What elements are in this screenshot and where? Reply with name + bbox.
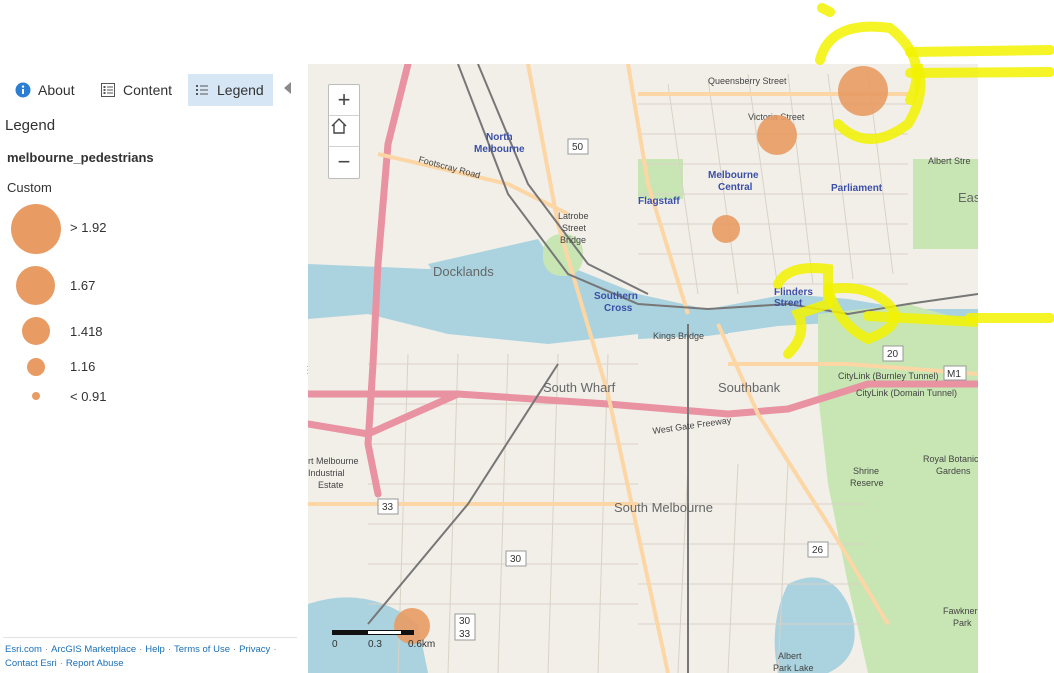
pedestrian-point bbox=[757, 115, 797, 155]
footer-link-privacy[interactable]: Privacy bbox=[239, 644, 270, 655]
footer-link-marketplace[interactable]: ArcGIS Marketplace bbox=[51, 644, 136, 655]
legend-heading: Legend bbox=[5, 117, 56, 134]
svg-text:26: 26 bbox=[812, 545, 824, 556]
highlight-stroke bbox=[905, 45, 1054, 57]
label-melbourne-central: Melbourne bbox=[708, 170, 759, 181]
legend-subtitle: Custom bbox=[7, 180, 52, 195]
legend-item: < 0.91 bbox=[0, 389, 280, 404]
footer-links-line2: Contact Esri · Report Abuse bbox=[5, 658, 124, 669]
home-icon bbox=[331, 118, 347, 134]
label-royal-botanic: Royal Botanic bbox=[923, 454, 978, 464]
label-shrine: Shrine bbox=[853, 466, 879, 476]
label-gardens: Gardens bbox=[936, 466, 971, 476]
label-southern-cross: Southern bbox=[594, 291, 638, 302]
label-park: Park bbox=[953, 618, 972, 628]
label-bridge: Bridge bbox=[560, 235, 586, 245]
legend-symbol-circle bbox=[27, 358, 45, 376]
svg-text:M1: M1 bbox=[947, 369, 961, 380]
scale-segment bbox=[367, 630, 402, 635]
label-queensberry-street: Queensberry Street bbox=[708, 76, 787, 86]
zoom-out-button[interactable]: − bbox=[329, 147, 359, 177]
tab-content[interactable]: Content bbox=[99, 74, 185, 106]
legend-symbol-circle bbox=[32, 392, 40, 400]
tab-about[interactable]: About bbox=[14, 74, 94, 106]
label-citylink-burnley: CityLink (Burnley Tunnel) bbox=[838, 371, 939, 381]
label-industrial: Industrial bbox=[308, 468, 345, 478]
scale-label: 0.6km bbox=[408, 639, 436, 650]
collapse-panel-arrow-icon[interactable] bbox=[284, 82, 291, 94]
label-southbank: Southbank bbox=[718, 380, 781, 395]
legend-symbol-circle bbox=[11, 204, 61, 254]
label-albert-park-lake: Albert bbox=[778, 651, 802, 661]
svg-text:33: 33 bbox=[382, 502, 394, 513]
label-melbourne-central-2: Central bbox=[718, 182, 753, 193]
label-flinders-street-2: Street bbox=[774, 298, 803, 309]
scale-bar: 0 0.3 0.6km bbox=[332, 627, 442, 651]
label-fawkner: Fawkner bbox=[943, 606, 978, 616]
highlight-stroke bbox=[905, 67, 1054, 78]
legend-item-label: > 1.92 bbox=[70, 220, 107, 235]
pedestrian-point bbox=[712, 215, 740, 243]
scale-label: 0 bbox=[332, 639, 338, 650]
label-citylink-domain: CityLink (Domain Tunnel) bbox=[856, 388, 957, 398]
label-south-wharf: South Wharf bbox=[543, 380, 616, 395]
legend-symbol-circle bbox=[16, 266, 55, 305]
label-west-gate-freeway: West Gate Freeway bbox=[652, 415, 732, 436]
legend-item-label: 1.16 bbox=[70, 359, 96, 374]
zoom-in-button[interactable]: + bbox=[329, 85, 359, 116]
legend-item: 1.16 bbox=[0, 358, 280, 376]
legend-symbol-circle bbox=[22, 317, 50, 345]
legend-list-icon bbox=[193, 81, 211, 99]
svg-text:20: 20 bbox=[887, 349, 899, 360]
svg-text:33: 33 bbox=[459, 629, 471, 640]
label-southern-cross-2: Cross bbox=[604, 303, 633, 314]
label-port-melbourne: rt Melbourne bbox=[308, 456, 359, 466]
svg-text:50: 50 bbox=[572, 142, 584, 153]
label-estate: Estate bbox=[318, 480, 344, 490]
footer-link-contact[interactable]: Contact Esri bbox=[5, 658, 57, 669]
svg-text:30: 30 bbox=[459, 616, 471, 627]
label-north-melbourne: North bbox=[486, 132, 513, 143]
footer-link-terms[interactable]: Terms of Use bbox=[174, 644, 230, 655]
tab-legend-label: Legend bbox=[217, 82, 264, 98]
label-docklands: Docklands bbox=[433, 264, 494, 279]
legend-item-label: 1.67 bbox=[70, 278, 96, 293]
svg-text:30: 30 bbox=[510, 554, 522, 565]
content-list-icon bbox=[99, 81, 117, 99]
legend-item-label: 1.418 bbox=[70, 324, 103, 339]
label-street: Street bbox=[562, 223, 587, 233]
label-north-melbourne-2: Melbourne bbox=[474, 144, 525, 155]
label-kings-bridge: Kings Bridge bbox=[653, 331, 704, 341]
tab-content-label: Content bbox=[123, 82, 173, 98]
tab-legend[interactable]: Legend bbox=[188, 74, 273, 106]
footer-link-report-abuse[interactable]: Report Abuse bbox=[66, 658, 124, 669]
highlight-stroke bbox=[815, 3, 922, 105]
footer-links-line1: Esri.com · ArcGIS Marketplace · Help · Terms o… bbox=[5, 644, 277, 655]
label-south-melbourne: South Melbourne bbox=[614, 500, 713, 515]
zoom-controls: + − bbox=[328, 84, 360, 179]
legend-item: 1.67 bbox=[0, 266, 280, 305]
home-button[interactable] bbox=[329, 116, 359, 147]
label-park-lake: Park Lake bbox=[773, 663, 814, 673]
label-flagstaff: Flagstaff bbox=[638, 196, 680, 207]
highlight-overlay bbox=[815, 3, 1054, 323]
scale-segment bbox=[402, 630, 414, 635]
label-latrobe: Latrobe bbox=[558, 211, 589, 221]
footer-divider bbox=[3, 637, 297, 638]
scale-label: 0.3 bbox=[368, 639, 382, 650]
label-reserve: Reserve bbox=[850, 478, 884, 488]
legend-item: > 1.92 bbox=[0, 204, 280, 254]
scale-segment bbox=[332, 630, 367, 635]
footer-link-help[interactable]: Help bbox=[145, 644, 165, 655]
footer-link-esri[interactable]: Esri.com bbox=[5, 644, 42, 655]
legend-item-label: < 0.91 bbox=[70, 389, 107, 404]
tab-about-label: About bbox=[38, 82, 75, 98]
layer-name: melbourne_pedestrians bbox=[7, 150, 154, 165]
legend-item: 1.418 bbox=[0, 317, 280, 345]
info-icon bbox=[14, 81, 32, 99]
